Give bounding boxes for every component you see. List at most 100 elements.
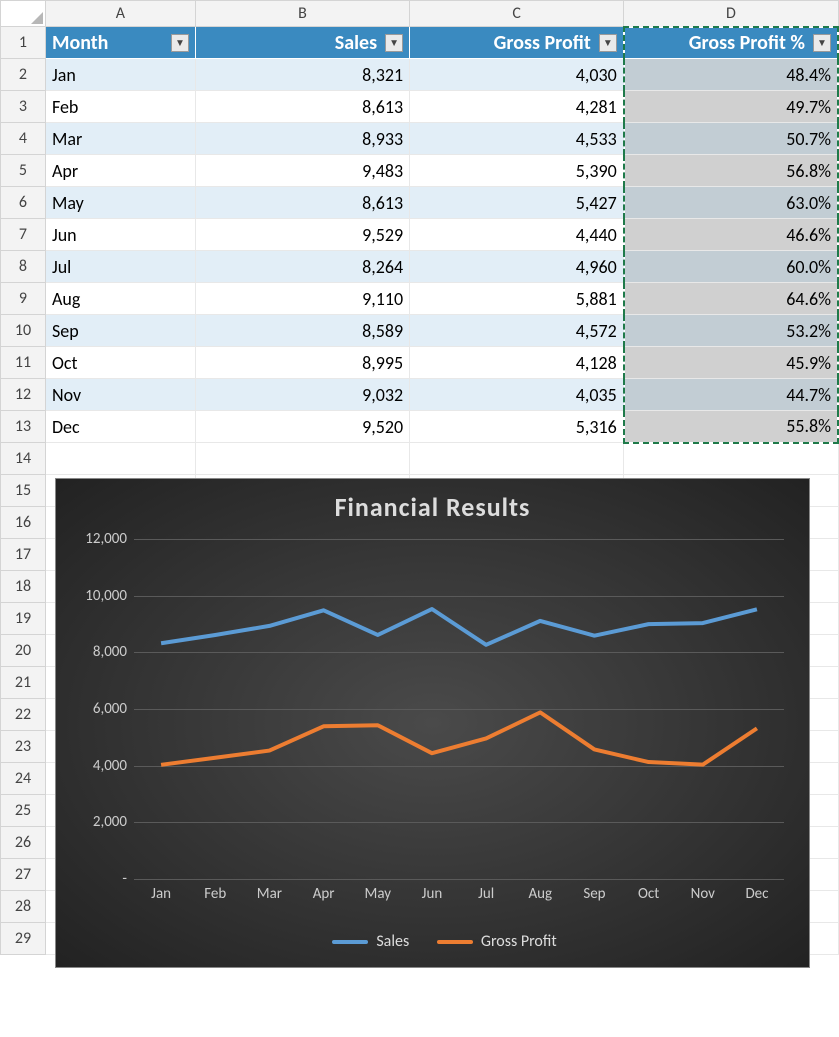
cell[interactable]: 63.0%: [624, 187, 838, 219]
row-header[interactable]: 8: [1, 251, 46, 283]
cell[interactable]: 44.7%: [624, 379, 838, 411]
row-header[interactable]: 6: [1, 187, 46, 219]
cell[interactable]: 8,589: [195, 315, 409, 347]
cell[interactable]: 4,035: [410, 379, 624, 411]
filter-dropdown-icon[interactable]: ▼: [171, 34, 189, 52]
cell[interactable]: Aug: [45, 283, 195, 315]
cell[interactable]: Jun: [45, 219, 195, 251]
table-header-cell[interactable]: Gross Profit %▼: [624, 27, 838, 59]
chart-y-tick: 6,000: [72, 700, 127, 718]
row-header[interactable]: 12: [1, 379, 46, 411]
row-header[interactable]: 20: [1, 635, 46, 667]
cell[interactable]: 9,529: [195, 219, 409, 251]
cell[interactable]: 4,572: [410, 315, 624, 347]
row-header[interactable]: 27: [1, 859, 46, 891]
row-header[interactable]: 15: [1, 475, 46, 507]
row-header[interactable]: 14: [1, 443, 46, 475]
row-header[interactable]: 4: [1, 123, 46, 155]
cell[interactable]: [195, 443, 409, 475]
row-header[interactable]: 19: [1, 603, 46, 635]
row-header[interactable]: 10: [1, 315, 46, 347]
table-header-cell[interactable]: Gross Profit▼: [410, 27, 624, 59]
cell[interactable]: 4,030: [410, 59, 624, 91]
cell[interactable]: 8,321: [195, 59, 409, 91]
cell[interactable]: Jul: [45, 251, 195, 283]
row-header[interactable]: 23: [1, 731, 46, 763]
cell[interactable]: 9,483: [195, 155, 409, 187]
table-header-cell[interactable]: Month▼: [45, 27, 195, 59]
cell[interactable]: 45.9%: [624, 347, 838, 379]
cell[interactable]: 53.2%: [624, 315, 838, 347]
filter-dropdown-icon[interactable]: ▼: [599, 34, 617, 52]
row-header[interactable]: 22: [1, 699, 46, 731]
row-header[interactable]: 29: [1, 923, 46, 955]
cell[interactable]: Jan: [45, 59, 195, 91]
cell[interactable]: [624, 443, 838, 475]
cell[interactable]: 4,440: [410, 219, 624, 251]
col-header-A[interactable]: A: [45, 1, 195, 27]
row-header[interactable]: 9: [1, 283, 46, 315]
cell[interactable]: 48.4%: [624, 59, 838, 91]
cell[interactable]: 5,316: [410, 411, 624, 443]
cell[interactable]: 5,881: [410, 283, 624, 315]
cell[interactable]: 4,960: [410, 251, 624, 283]
cell[interactable]: 5,427: [410, 187, 624, 219]
cell[interactable]: 9,032: [195, 379, 409, 411]
cell[interactable]: 8,264: [195, 251, 409, 283]
row-header[interactable]: 7: [1, 219, 46, 251]
cell[interactable]: 60.0%: [624, 251, 838, 283]
row-header[interactable]: 28: [1, 891, 46, 923]
cell[interactable]: 50.7%: [624, 123, 838, 155]
row-header[interactable]: 1: [1, 27, 46, 59]
cell[interactable]: Feb: [45, 91, 195, 123]
cell[interactable]: Mar: [45, 123, 195, 155]
cell[interactable]: 4,533: [410, 123, 624, 155]
cell[interactable]: 64.6%: [624, 283, 838, 315]
cell[interactable]: 49.7%: [624, 91, 838, 123]
row-header[interactable]: 2: [1, 59, 46, 91]
chart-x-tick: Jul: [459, 885, 513, 909]
cell[interactable]: [410, 443, 624, 475]
cell[interactable]: May: [45, 187, 195, 219]
cell[interactable]: 46.6%: [624, 219, 838, 251]
cell[interactable]: 8,995: [195, 347, 409, 379]
row-header[interactable]: 25: [1, 795, 46, 827]
row-header[interactable]: 11: [1, 347, 46, 379]
cell[interactable]: 55.8%: [624, 411, 838, 443]
cell[interactable]: 4,281: [410, 91, 624, 123]
table-header-cell[interactable]: Sales▼: [195, 27, 409, 59]
legend-label-sales: Sales: [376, 932, 409, 951]
cell[interactable]: 4,128: [410, 347, 624, 379]
legend-swatch-sales: [332, 940, 368, 944]
row-header[interactable]: 24: [1, 763, 46, 795]
cell[interactable]: 9,110: [195, 283, 409, 315]
row-header[interactable]: 17: [1, 539, 46, 571]
cell[interactable]: 8,613: [195, 91, 409, 123]
cell[interactable]: 8,613: [195, 187, 409, 219]
cell[interactable]: 9,520: [195, 411, 409, 443]
col-header-D[interactable]: D: [624, 1, 838, 27]
row-header[interactable]: 18: [1, 571, 46, 603]
cell[interactable]: Oct: [45, 347, 195, 379]
cell[interactable]: [45, 443, 195, 475]
cell[interactable]: 56.8%: [624, 155, 838, 187]
cell[interactable]: Sep: [45, 315, 195, 347]
col-header-B[interactable]: B: [195, 1, 409, 27]
filter-dropdown-icon[interactable]: ▼: [385, 34, 403, 52]
row-header[interactable]: 13: [1, 411, 46, 443]
col-header-C[interactable]: C: [410, 1, 624, 27]
row-header[interactable]: 5: [1, 155, 46, 187]
row-header[interactable]: 26: [1, 827, 46, 859]
cell[interactable]: Apr: [45, 155, 195, 187]
cell[interactable]: 5,390: [410, 155, 624, 187]
cell[interactable]: Nov: [45, 379, 195, 411]
row-header[interactable]: 3: [1, 91, 46, 123]
chart-x-tick: Apr: [297, 885, 351, 909]
chart[interactable]: Financial Results -2,0004,0006,0008,0001…: [55, 478, 810, 968]
filter-dropdown-icon[interactable]: ▼: [813, 34, 831, 52]
cell[interactable]: Dec: [45, 411, 195, 443]
row-header[interactable]: 21: [1, 667, 46, 699]
row-header[interactable]: 16: [1, 507, 46, 539]
select-all-triangle[interactable]: [1, 1, 46, 27]
cell[interactable]: 8,933: [195, 123, 409, 155]
